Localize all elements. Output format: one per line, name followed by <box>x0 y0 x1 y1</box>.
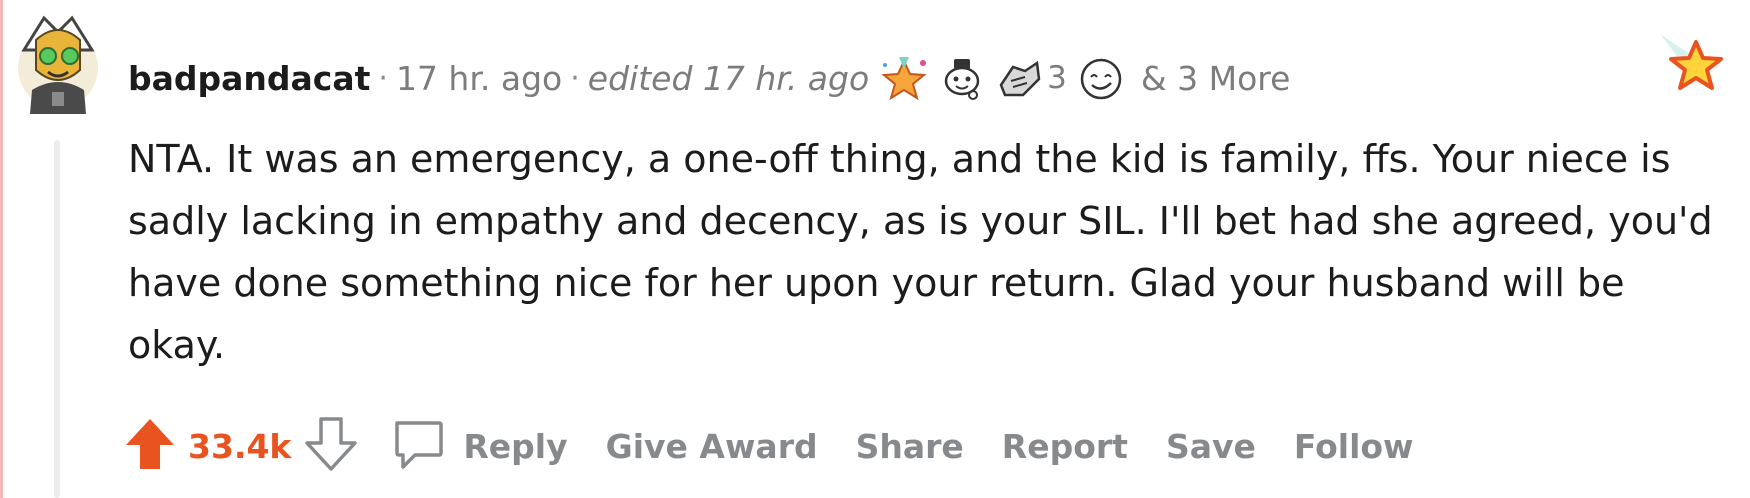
smiling-face-icon[interactable] <box>1077 55 1125 101</box>
edited-timestamp: edited 17 hr. ago <box>587 58 870 98</box>
share-button[interactable]: Share <box>856 427 964 466</box>
give-award-button[interactable]: Give Award <box>606 427 818 466</box>
comment-actions: 33.4k Reply Give Award Share Report Save… <box>124 414 1414 478</box>
downvote-arrow-icon[interactable] <box>305 417 358 475</box>
report-button[interactable]: Report <box>1002 427 1128 466</box>
follow-button[interactable]: Follow <box>1294 427 1414 466</box>
chat-bubble-icon <box>391 417 445 475</box>
vote-score: 33.4k <box>188 426 292 466</box>
helping-hand-icon[interactable]: 3 <box>995 55 1067 101</box>
avatar[interactable] <box>14 10 102 118</box>
timestamp[interactable]: 17 hr. ago <box>396 59 562 98</box>
separator-dot: · <box>378 60 388 96</box>
reply-button[interactable]: Reply <box>391 417 568 475</box>
username-link[interactable]: badpandacat <box>128 59 370 98</box>
comment-header: badpandacat · 17 hr. ago · edited 17 hr.… <box>128 50 1290 106</box>
comment-body: NTA. It was an emergency, a one-off thin… <box>128 137 1713 367</box>
separator-dot: · <box>570 60 580 96</box>
save-button[interactable]: Save <box>1166 427 1256 466</box>
more-awards-link[interactable]: & 3 More <box>1141 59 1291 98</box>
party-hat-star-icon[interactable] <box>879 55 929 101</box>
reply-label: Reply <box>463 426 568 466</box>
thread-edge <box>0 0 3 498</box>
thread-collapse-line[interactable] <box>54 140 60 498</box>
star-award-icon[interactable] <box>1656 28 1728 98</box>
wholesome-face-icon[interactable] <box>939 55 985 101</box>
upvote-arrow-icon[interactable] <box>124 417 176 475</box>
award-count: 3 <box>1047 60 1067 96</box>
